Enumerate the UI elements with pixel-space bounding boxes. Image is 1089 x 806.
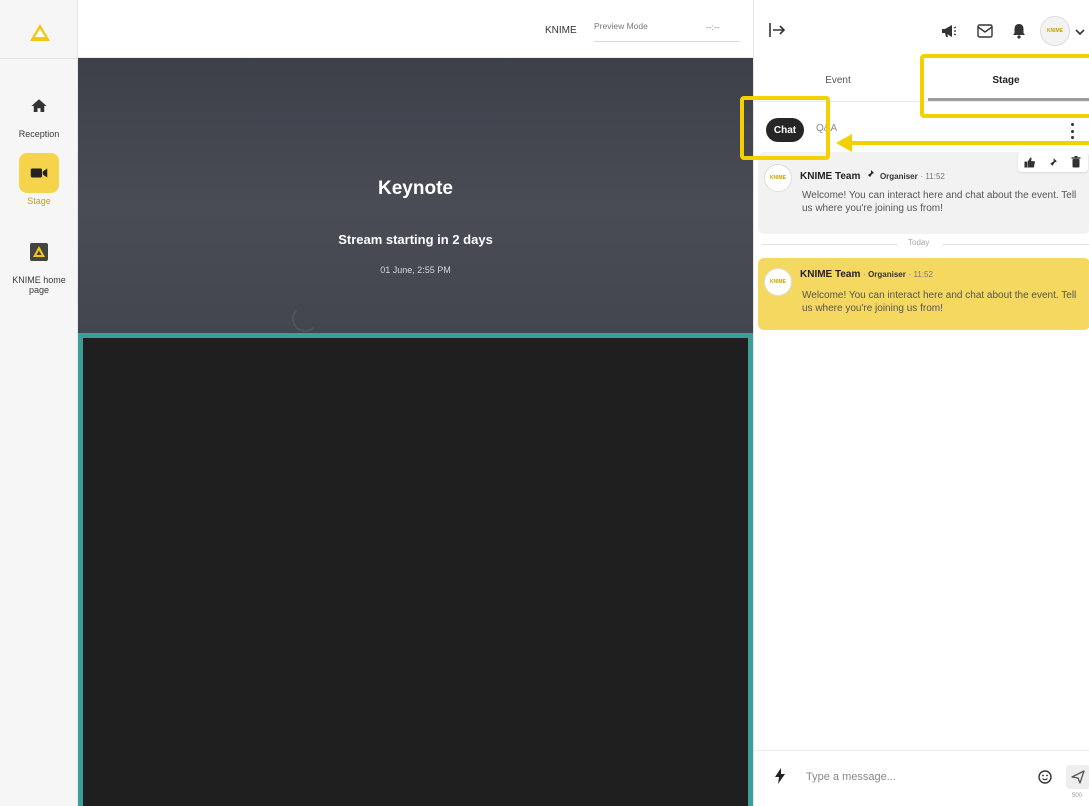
- home-icon: [19, 86, 59, 126]
- message-text: Welcome! You can interact here and chat …: [802, 290, 1077, 314]
- knime-logo[interactable]: [24, 16, 56, 48]
- tab-event[interactable]: Event: [754, 58, 922, 102]
- tab-stage[interactable]: Stage: [922, 58, 1089, 102]
- pin-icon[interactable]: [1047, 156, 1059, 168]
- message-input[interactable]: [806, 765, 1026, 789]
- subtab-chat[interactable]: Chat: [766, 118, 804, 142]
- annotation-arrowhead: [836, 134, 852, 152]
- app-root: Reception Stage KNIME home page KNIME Pr…: [0, 0, 1089, 806]
- lightning-icon[interactable]: [774, 768, 788, 786]
- active-tab-indicator: [928, 98, 1089, 101]
- subtab-qa[interactable]: Q&A: [816, 123, 837, 134]
- video-camera-icon: [19, 153, 59, 193]
- more-options-icon[interactable]: [1064, 121, 1080, 141]
- nav-item-knime-home[interactable]: KNIME home page: [0, 232, 78, 295]
- panel-tabs: Event Stage: [754, 58, 1089, 102]
- chat-message: KNIME KNIME Team · Organiser · 11:52 Wel…: [758, 258, 1089, 330]
- char-limit: 500: [1072, 793, 1083, 799]
- pinned-message: KNIME KNIME Team Organiser · 11:52 Welco…: [758, 152, 1089, 234]
- message-author: KNIME Team: [800, 269, 861, 280]
- message-header: KNIME Team · Organiser · 11:52: [800, 269, 933, 280]
- annotation-arrow: [850, 141, 1089, 145]
- message-avatar: KNIME: [764, 268, 792, 296]
- left-nav: Reception Stage KNIME home page: [0, 0, 78, 806]
- stage-banner: Keynote Stream starting in 2 days 01 Jun…: [78, 58, 753, 333]
- emoji-icon[interactable]: [1038, 770, 1052, 784]
- top-header: KNIME Preview Mode --:--: [78, 0, 753, 58]
- mail-icon[interactable]: [976, 22, 994, 40]
- message-author: KNIME Team: [800, 171, 861, 182]
- stream-datetime: 01 June, 2:55 PM: [380, 265, 451, 275]
- megaphone-icon[interactable]: [940, 22, 958, 40]
- knime-triangle-icon: [30, 23, 50, 41]
- message-time: 11:52: [913, 270, 933, 279]
- nav-item-stage[interactable]: Stage: [0, 153, 78, 206]
- nav-label-reception: Reception: [18, 129, 60, 139]
- message-composer: 500: [754, 750, 1089, 806]
- user-avatar[interactable]: KNIME: [1040, 16, 1070, 46]
- message-text: Welcome! You can interact here and chat …: [802, 190, 1077, 214]
- brand-name: KNIME: [545, 25, 577, 36]
- message-header: KNIME Team Organiser · 11:52: [800, 169, 945, 182]
- stage-title: Keynote: [378, 178, 453, 199]
- nav-label-knime-home: KNIME home page: [12, 275, 66, 295]
- message-role: Organiser: [868, 270, 906, 279]
- knime-logo-icon: [19, 232, 59, 272]
- trash-icon[interactable]: [1070, 156, 1082, 168]
- message-time: 11:52: [925, 172, 945, 181]
- pin-icon: [865, 169, 875, 182]
- nav-item-reception[interactable]: Reception: [0, 86, 78, 139]
- collapse-panel-icon[interactable]: [768, 22, 786, 38]
- like-icon[interactable]: [1024, 156, 1036, 168]
- preview-time: --:--: [706, 22, 720, 32]
- preview-underline: [594, 41, 740, 42]
- right-panel: KNIME Event Stage Chat Q&A KNIME KNIME T…: [740, 0, 1089, 806]
- message-actions: [1018, 152, 1088, 172]
- stream-status: Stream starting in 2 days: [338, 232, 493, 247]
- send-icon: [1071, 770, 1085, 784]
- day-divider: Today: [758, 237, 1089, 251]
- divider: [0, 58, 78, 59]
- bell-icon[interactable]: [1010, 22, 1028, 40]
- message-avatar: KNIME: [764, 164, 792, 192]
- preview-mode-label[interactable]: Preview Mode: [594, 21, 648, 31]
- message-role: Organiser: [879, 172, 918, 181]
- video-player[interactable]: [78, 333, 753, 806]
- nav-label-stage: Stage: [27, 196, 51, 206]
- day-divider-label: Today: [908, 238, 930, 247]
- chevron-down-icon[interactable]: [1074, 25, 1086, 37]
- loading-spinner-icon: [292, 306, 318, 332]
- send-button[interactable]: [1066, 765, 1089, 789]
